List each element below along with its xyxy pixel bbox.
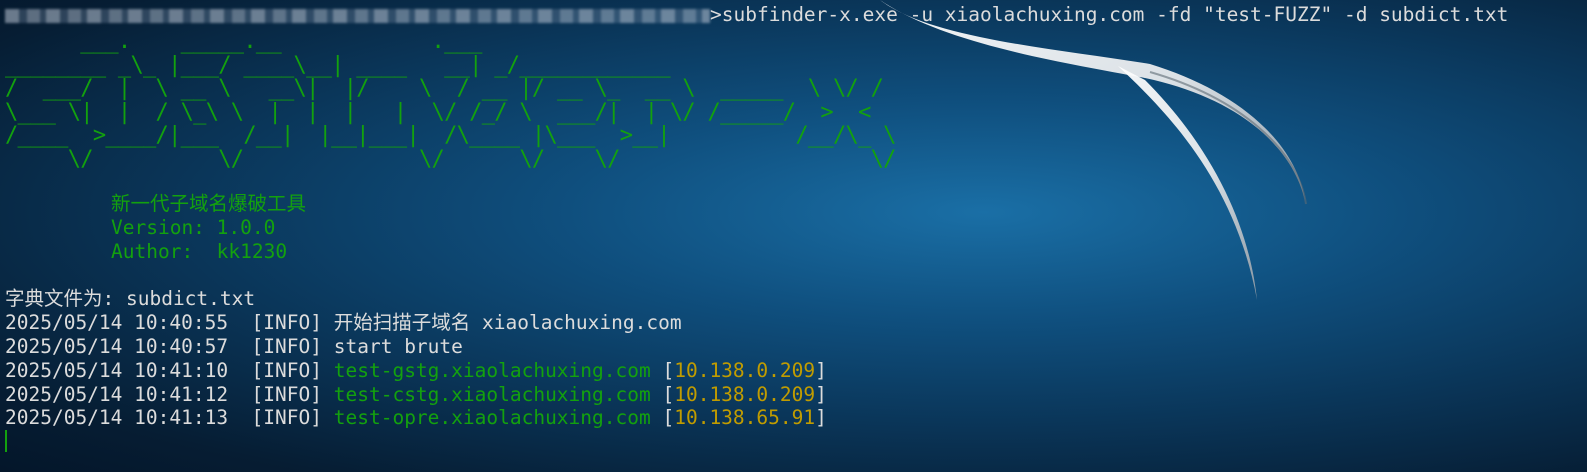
log-message: 开始扫描子域名 xiaolachuxing.com	[333, 311, 682, 334]
log-time: 2025/05/14 10:40:55	[5, 311, 229, 334]
dict-file: subdict.txt	[125, 287, 256, 310]
log-line: 2025/05/14 10:40:55 [INFO] 开始扫描子域名 xiaol…	[5, 311, 682, 335]
log-level: [INFO]	[251, 406, 322, 429]
terminal-window[interactable]: >subfinder-x.exe -u xiaolachuxing.com -f…	[5, 0, 1575, 472]
banner-version: Version: 1.0.0	[111, 216, 276, 239]
log-level: [INFO]	[251, 335, 322, 358]
command-text: subfinder-x.exe -u xiaolachuxing.com -fd…	[721, 3, 1509, 26]
command-line: >subfinder-x.exe -u xiaolachuxing.com -f…	[5, 3, 1508, 27]
redacted-path	[5, 8, 710, 23]
dict-label: 字典文件为:	[5, 287, 126, 310]
log-time: 2025/05/14 10:41:12	[5, 383, 229, 406]
ascii-banner: ___. _____.__ .___ ________ _\_ |___/ __…	[5, 29, 896, 172]
resolved-ip: 10.138.0.209	[674, 383, 816, 406]
resolved-ip: 10.138.0.209	[674, 359, 816, 382]
found-subdomain: test-opre.xiaolachuxing.com	[333, 406, 651, 429]
dict-file-line: 字典文件为: subdict.txt	[5, 287, 255, 311]
resolved-ip: 10.138.65.91	[674, 406, 816, 429]
banner-subtitle: 新一代子域名爆破工具	[111, 192, 307, 215]
found-subdomain: test-cstg.xiaolachuxing.com	[333, 383, 651, 406]
log-level: [INFO]	[251, 359, 322, 382]
result-line: 2025/05/14 10:41:13 [INFO] test-opre.xia…	[5, 406, 827, 429]
result-line: 2025/05/14 10:41:12 [INFO] test-cstg.xia…	[5, 383, 827, 406]
found-subdomain: test-gstg.xiaolachuxing.com	[333, 359, 651, 382]
text-cursor	[5, 430, 7, 452]
log-message: start brute	[333, 335, 463, 358]
log-level: [INFO]	[251, 383, 322, 406]
log-time: 2025/05/14 10:40:57	[5, 335, 229, 358]
log-time: 2025/05/14 10:41:13	[5, 406, 229, 429]
log-time: 2025/05/14 10:41:10	[5, 359, 229, 382]
result-line: 2025/05/14 10:41:10 [INFO] test-gstg.xia…	[5, 359, 827, 382]
log-line: 2025/05/14 10:40:57 [INFO] start brute	[5, 335, 463, 359]
prompt-symbol: >	[710, 3, 722, 26]
log-level: [INFO]	[251, 311, 322, 334]
banner-author: Author: kk1230	[111, 240, 288, 263]
